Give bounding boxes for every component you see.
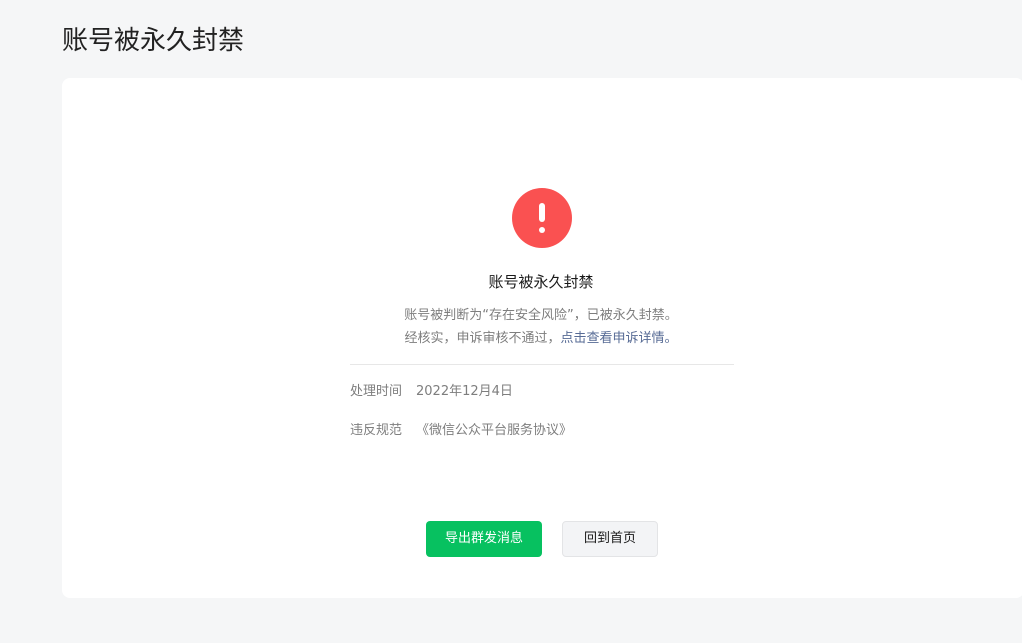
violated-rule-row: 违反规范 《微信公众平台服务协议》 xyxy=(350,421,572,441)
status-description-line1: 账号被判断为“存在安全风险”，已被永久封禁。 xyxy=(404,308,678,323)
exclamation-dot xyxy=(539,227,545,233)
status-description-line2: 经核实，申诉审核不通过，点击查看申诉详情。 xyxy=(62,327,1020,350)
ban-notice-card: 账号被永久封禁 账号被判断为“存在安全风险”，已被永久封禁。 经核实，申诉审核不… xyxy=(62,78,1022,598)
processing-time-row: 处理时间 2022年12月4日 xyxy=(350,382,513,402)
processing-time-value: 2022年12月4日 xyxy=(416,384,513,399)
exclamation-circle-icon xyxy=(512,188,572,248)
processing-time-label: 处理时间 xyxy=(350,384,403,399)
appeal-details-link[interactable]: 点击查看申诉详情。 xyxy=(561,331,678,346)
page-title: 账号被永久封禁 xyxy=(62,26,245,56)
status-description: 账号被判断为“存在安全风险”，已被永久封禁。 经核实，申诉审核不通过，点击查看申… xyxy=(62,304,1020,350)
status-description-line2-text: 经核实，申诉审核不通过， xyxy=(404,331,561,346)
status-title: 账号被永久封禁 xyxy=(488,273,594,291)
divider xyxy=(350,364,734,365)
service-agreement-link[interactable]: 《微信公众平台服务协议》 xyxy=(416,423,572,438)
export-messages-button[interactable]: 导出群发消息 xyxy=(426,521,542,557)
violated-rule-label: 违反规范 xyxy=(350,423,403,438)
back-to-home-button[interactable]: 回到首页 xyxy=(562,521,658,557)
exclamation-bar xyxy=(539,203,545,222)
